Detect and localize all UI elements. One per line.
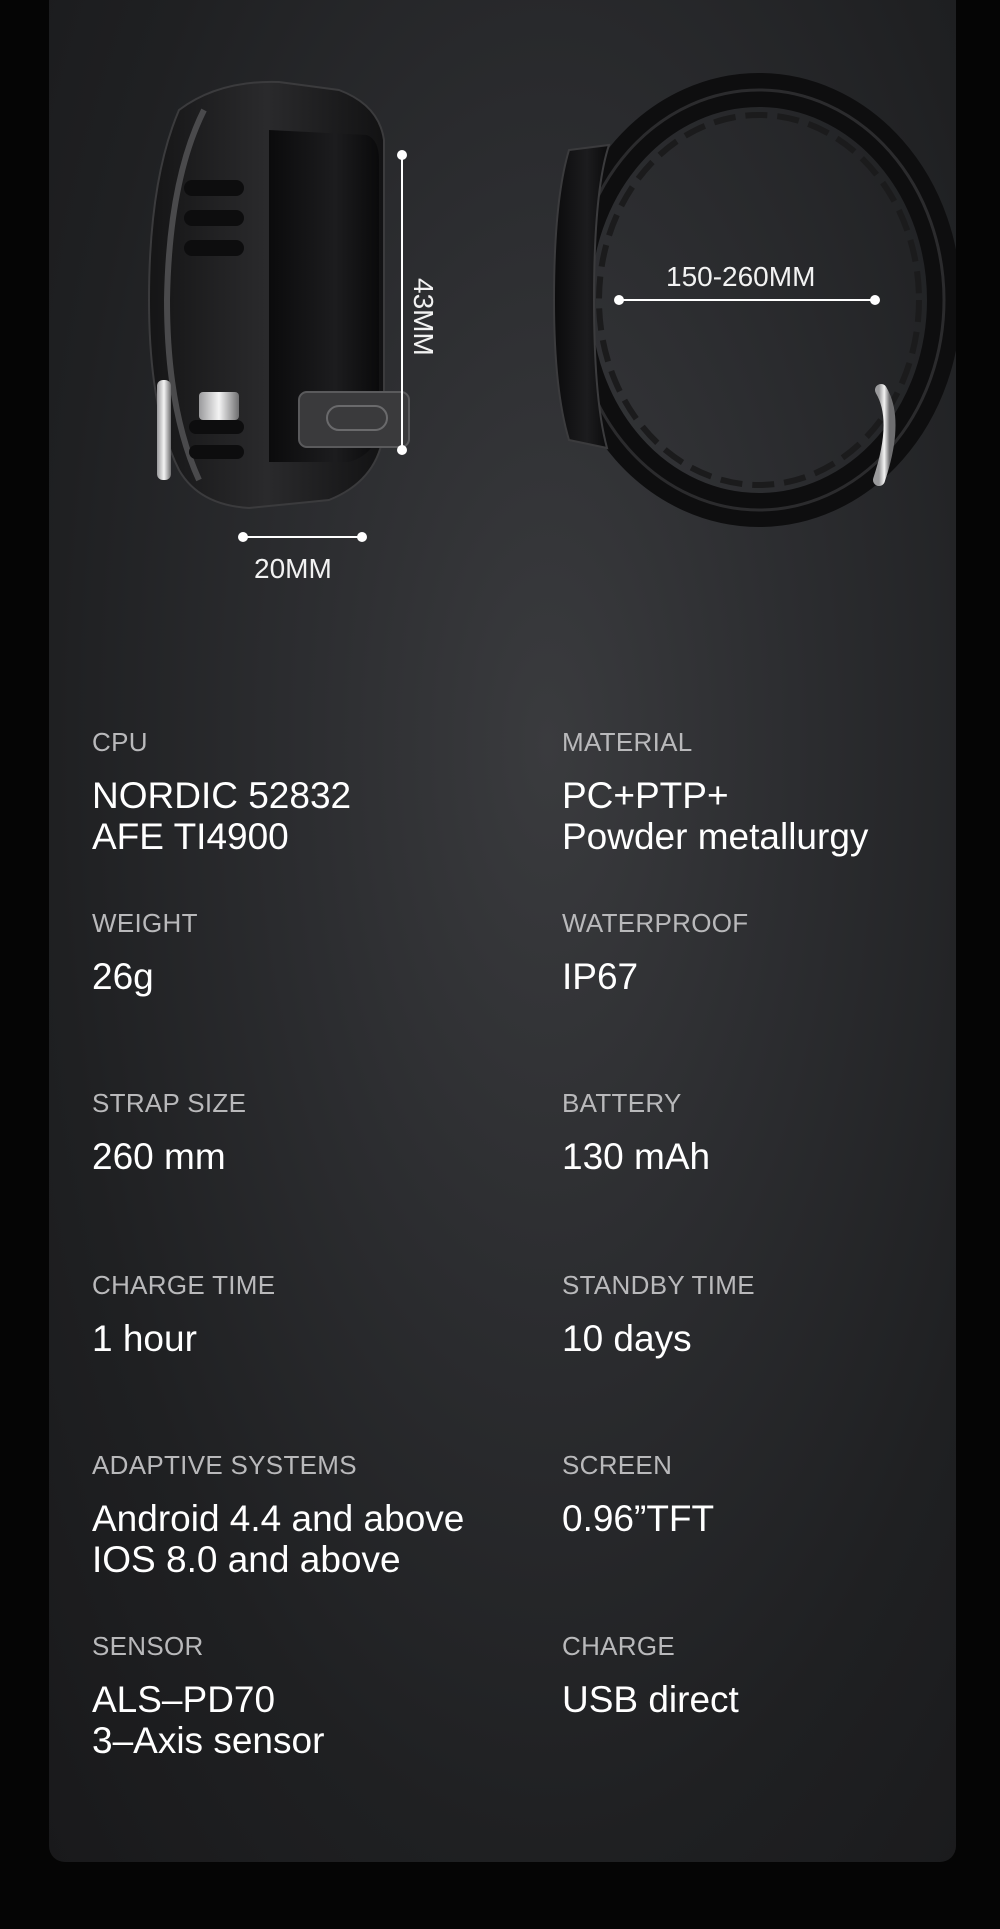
spec-label: WEIGHT bbox=[92, 908, 198, 938]
spec-charge: CHARGE USB direct bbox=[562, 1631, 956, 1720]
spec-value-line: PC+PTP+ bbox=[562, 775, 729, 816]
spec-value: 130 mAh bbox=[562, 1136, 956, 1177]
spec-screen: SCREEN 0.96”TFT bbox=[562, 1450, 956, 1539]
spec-label: BATTERY bbox=[562, 1088, 682, 1118]
spec-value: 26g bbox=[92, 956, 512, 997]
spec-value-line: IOS 8.0 and above bbox=[92, 1539, 401, 1580]
spec-value: IP67 bbox=[562, 956, 956, 997]
spec-value-line: Android 4.4 and above bbox=[92, 1498, 465, 1539]
spec-label: SCREEN bbox=[562, 1450, 673, 1480]
spec-value-line: USB direct bbox=[562, 1679, 739, 1720]
spec-value-line: 1 hour bbox=[92, 1318, 197, 1359]
spec-cpu: CPU NORDIC 52832 AFE TI4900 bbox=[92, 727, 512, 857]
spec-value: PC+PTP+ Powder metallurgy bbox=[562, 775, 956, 857]
spec-value-line: AFE TI4900 bbox=[92, 816, 289, 857]
spec-value: 1 hour bbox=[92, 1318, 512, 1359]
spec-strap-size: STRAP SIZE 260 mm bbox=[92, 1088, 512, 1177]
spec-value: USB direct bbox=[562, 1679, 956, 1720]
spec-value: 10 days bbox=[562, 1318, 956, 1359]
spec-label: ADAPTIVE SYSTEMS bbox=[92, 1450, 357, 1480]
spec-label: STANDBY TIME bbox=[562, 1270, 755, 1300]
spec-value-line: 0.96”TFT bbox=[562, 1498, 715, 1539]
spec-label: CHARGE TIME bbox=[92, 1270, 276, 1300]
spec-value-line: 26g bbox=[92, 956, 154, 997]
spec-grid: CPU NORDIC 52832 AFE TI4900 MATERIAL PC+… bbox=[49, 0, 956, 1862]
spec-value-line: IP67 bbox=[562, 956, 639, 997]
spec-value-line: 260 mm bbox=[92, 1136, 226, 1177]
spec-label: SENSOR bbox=[92, 1631, 204, 1661]
spec-value: Android 4.4 and above IOS 8.0 and above bbox=[92, 1498, 512, 1580]
spec-label: STRAP SIZE bbox=[92, 1088, 247, 1118]
spec-value-line: 3–Axis sensor bbox=[92, 1720, 325, 1761]
spec-weight: WEIGHT 26g bbox=[92, 908, 512, 997]
spec-value-line: 130 mAh bbox=[562, 1136, 711, 1177]
spec-standby-time: STANDBY TIME 10 days bbox=[562, 1270, 956, 1359]
spec-battery: BATTERY 130 mAh bbox=[562, 1088, 956, 1177]
spec-material: MATERIAL PC+PTP+ Powder metallurgy bbox=[562, 727, 956, 857]
spec-value-line: NORDIC 52832 bbox=[92, 775, 352, 816]
spec-value: NORDIC 52832 AFE TI4900 bbox=[92, 775, 512, 857]
spec-value: 260 mm bbox=[92, 1136, 512, 1177]
spec-label: CHARGE bbox=[562, 1631, 676, 1661]
spec-waterproof: WATERPROOF IP67 bbox=[562, 908, 956, 997]
spec-value-line: 10 days bbox=[562, 1318, 692, 1359]
spec-value-line: Powder metallurgy bbox=[562, 816, 869, 857]
spec-value-line: ALS–PD70 bbox=[92, 1679, 276, 1720]
spec-adaptive-systems: ADAPTIVE SYSTEMS Android 4.4 and above I… bbox=[92, 1450, 512, 1580]
spec-value: ALS–PD70 3–Axis sensor bbox=[92, 1679, 512, 1761]
spec-label: WATERPROOF bbox=[562, 908, 749, 938]
spec-sensor: SENSOR ALS–PD70 3–Axis sensor bbox=[92, 1631, 512, 1761]
spec-value: 0.96”TFT bbox=[562, 1498, 956, 1539]
spec-charge-time: CHARGE TIME 1 hour bbox=[92, 1270, 512, 1359]
spec-label: MATERIAL bbox=[562, 727, 693, 757]
spec-panel: 20MM 43MM 150-260MM CPU NORDIC 52832 AFE… bbox=[49, 0, 956, 1862]
spec-label: CPU bbox=[92, 727, 148, 757]
